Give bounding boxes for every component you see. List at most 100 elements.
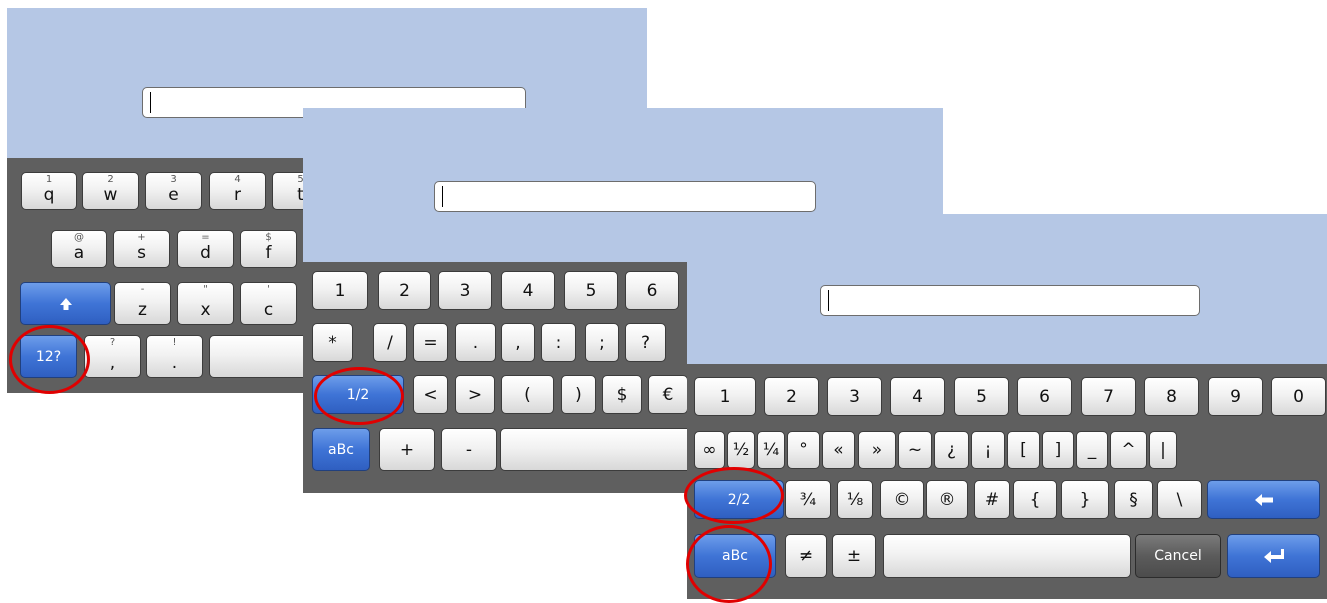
character-key[interactable]: 2w [82, 172, 139, 210]
backspace-arrow-key[interactable] [1207, 480, 1320, 519]
character-key[interactable]: ⅛ [837, 480, 873, 519]
character-key[interactable]: ° [787, 431, 820, 469]
character-key[interactable]: 3 [827, 377, 882, 416]
character-key[interactable]: ?, [84, 335, 141, 378]
key-label: 12? [35, 348, 62, 365]
character-key[interactable]: 3e [145, 172, 202, 210]
character-key[interactable]: 1q [21, 172, 77, 210]
character-key[interactable]: 2 [764, 377, 819, 416]
text-input[interactable] [820, 285, 1200, 316]
character-key[interactable]: # [974, 480, 1010, 519]
character-key[interactable]: * [312, 323, 353, 362]
mode-switch-key[interactable]: aBc [694, 534, 776, 578]
character-key[interactable]: : [541, 323, 576, 362]
key-secondary-label: ! [172, 337, 177, 348]
character-key[interactable]: / [373, 323, 407, 362]
character-key[interactable]: 9 [1208, 377, 1263, 416]
character-key[interactable]: 8 [1144, 377, 1199, 416]
character-key[interactable]: = [413, 323, 448, 362]
character-key[interactable]: 5 [954, 377, 1009, 416]
character-key[interactable]: > [455, 375, 495, 414]
character-key[interactable]: @ a [51, 230, 107, 268]
character-key[interactable]: } [1061, 480, 1109, 519]
character-key[interactable]: 2 [378, 271, 431, 310]
character-key[interactable]: = d [177, 230, 234, 268]
character-key[interactable]: ≠ [785, 534, 827, 578]
mode-switch-key[interactable]: 12? [20, 335, 77, 378]
character-key[interactable]: » [858, 431, 896, 469]
enter-icon [1228, 535, 1319, 577]
character-key[interactable]: ¾ [785, 480, 831, 519]
character-key[interactable]: ± [832, 534, 876, 578]
key-label: - [465, 439, 473, 460]
character-key[interactable]: 4 [890, 377, 945, 416]
character-key[interactable]: ¼ [757, 431, 785, 469]
character-key[interactable]: 6 [625, 271, 679, 310]
character-key[interactable]: _ [1076, 431, 1108, 469]
space-key[interactable] [883, 534, 1131, 578]
key-secondary-label: @ [74, 232, 84, 243]
character-key[interactable]: + s [113, 230, 170, 268]
character-key[interactable]: ½ [727, 431, 755, 469]
key-label: x [200, 300, 211, 320]
text-input[interactable] [434, 181, 816, 212]
character-key[interactable]: 7 [1081, 377, 1136, 416]
key-label: { [1029, 489, 1041, 510]
character-key[interactable]: ' c [240, 282, 297, 325]
shift-arrow-icon [21, 283, 110, 324]
character-key[interactable]: { [1013, 480, 1057, 519]
key-label: * [328, 332, 337, 353]
key-secondary-label: + [137, 232, 146, 243]
character-key[interactable]: , [501, 323, 535, 362]
character-key[interactable]: 3 [438, 271, 492, 310]
character-key[interactable]: ∞ [694, 431, 725, 469]
character-key[interactable]: [ [1007, 431, 1040, 469]
character-key[interactable]: 5 [564, 271, 618, 310]
key-label: ∞ [702, 440, 717, 460]
character-key[interactable]: \ [1157, 480, 1202, 519]
mode-switch-key[interactable]: aBc [312, 428, 370, 471]
character-key[interactable]: " x [177, 282, 234, 325]
character-key[interactable]: + [379, 428, 435, 471]
key-label: 5 [976, 386, 987, 407]
mode-switch-key[interactable]: 1/2 [312, 375, 404, 414]
key-label: # [984, 489, 1000, 510]
character-key[interactable]: !. [146, 335, 203, 378]
key-label: | [1160, 440, 1166, 460]
character-key[interactable]: -z [114, 282, 171, 325]
key-label: 8 [1166, 386, 1177, 407]
character-key[interactable]: ~ [898, 431, 932, 469]
character-key[interactable]: ] [1042, 431, 1074, 469]
character-key[interactable]: < [413, 375, 448, 414]
character-key[interactable]: | [1149, 431, 1177, 469]
character-key[interactable]: 6 [1017, 377, 1072, 416]
character-key[interactable]: © [880, 480, 924, 519]
key-label: 2/2 [727, 491, 751, 508]
enter-key[interactable] [1227, 534, 1320, 578]
character-key[interactable]: € [648, 375, 688, 414]
key-secondary-label: ' [267, 284, 270, 295]
character-key[interactable]: 4r [209, 172, 266, 210]
character-key[interactable]: 1 [694, 377, 756, 416]
key-label: : [555, 332, 562, 353]
character-key[interactable]: 1 [312, 271, 368, 310]
character-key[interactable]: ) [561, 375, 596, 414]
character-key[interactable]: 4 [501, 271, 555, 310]
character-key[interactable]: ( [501, 375, 554, 414]
character-key[interactable]: ¿ [934, 431, 969, 469]
character-key[interactable]: « [822, 431, 855, 469]
character-key[interactable]: 0 [1271, 377, 1326, 416]
character-key[interactable]: ^ [1110, 431, 1147, 469]
cancel-button[interactable]: Cancel [1135, 534, 1221, 578]
mode-switch-key[interactable]: 2/2 [694, 480, 784, 519]
character-key[interactable]: ? [625, 323, 666, 362]
character-key[interactable]: § [1114, 480, 1153, 519]
character-key[interactable]: - [441, 428, 497, 471]
character-key[interactable]: $ f [240, 230, 297, 268]
character-key[interactable]: ¡ [971, 431, 1005, 469]
character-key[interactable]: . [455, 323, 496, 362]
character-key[interactable]: $ [602, 375, 642, 414]
shift-arrow-key[interactable] [20, 282, 111, 325]
character-key[interactable]: ® [926, 480, 968, 519]
character-key[interactable]: ; [585, 323, 619, 362]
